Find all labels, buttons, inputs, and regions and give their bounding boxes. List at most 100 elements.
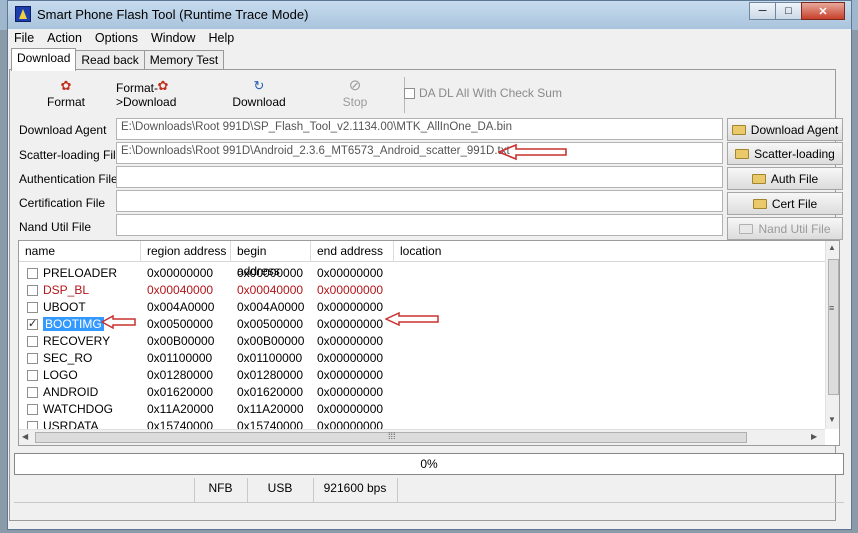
cell-name-text: DSP_BL [43,283,90,297]
cell-region-text: 0x01620000 [147,385,214,399]
nand-util-button[interactable]: Nand Util File [727,217,843,240]
cell-region-text: 0x01280000 [147,368,214,382]
checksum-label: DA DL All With Check Sum [419,86,562,100]
scatter-field[interactable]: E:\Downloads\Root 991D\Android_2.3.6_MT6… [116,142,723,164]
row-checkbox[interactable] [27,302,38,313]
cell-end-text: 0x00000000 [317,300,384,314]
cell-region-text: 0x00B00000 [147,334,215,348]
vertical-scrollbar[interactable]: ▲ ≡ ▼ [825,241,839,429]
column-header-location[interactable]: location [394,241,825,261]
row-checkbox[interactable] [27,317,38,330]
table-row[interactable]: RECOVERY 0x00B00000 0x00B00000 0x00000000 [19,333,825,350]
cert-file-label: Certification File [19,196,106,210]
folder-icon [739,223,754,234]
row-checkbox[interactable] [27,387,38,398]
column-header-begin[interactable]: begin address [231,241,311,278]
menu-help[interactable]: Help [201,30,240,48]
cell-name: SEC_RO [43,350,92,367]
tab-strip: Download Read back Memory Test [11,48,225,71]
checksum-checkbox[interactable] [404,87,415,99]
window-title: Smart Phone Flash Tool (Runtime Trace Mo… [37,7,309,22]
maximize-button[interactable]: □ [775,2,802,20]
table-row[interactable]: PRELOADER 0x00000000 0x00000000 0x00000000 [19,265,825,282]
stop-label: Stop [342,95,368,109]
cell-begin-text: 0x00040000 [237,283,304,297]
tab-download[interactable]: Download [11,48,77,71]
cell-end: 0x00000000 [317,282,383,299]
cell-end-text: 0x00000000 [317,385,384,399]
scroll-grip-icon: ≡ [829,303,835,313]
close-button[interactable]: ✕ [801,2,845,20]
format-button[interactable]: ✿ Format [44,73,88,119]
partition-list[interactable]: name region address begin address end ad… [18,240,840,446]
cell-begin: 0x004A0000 [237,299,304,316]
tab-read-back[interactable]: Read back [75,50,145,71]
scatter-label: Scatter-loading File [19,148,123,162]
cell-name-text: ANDROID [43,385,99,399]
cell-end: 0x00000000 [317,299,383,316]
table-row[interactable]: LOGO 0x01280000 0x01280000 0x00000000 [19,367,825,384]
format-download-button[interactable]: ✿ Format->Download [116,73,210,119]
row-checkbox[interactable] [27,353,38,364]
menu-action[interactable]: Action [40,30,88,48]
cell-end: 0x00000000 [317,333,383,350]
checksum-option[interactable]: DA DL All With Check Sum [402,86,562,100]
cell-begin: 0x01100000 [237,350,302,367]
download-agent-button-label: Download Agent [750,122,839,137]
column-header-end[interactable]: end address [311,241,394,261]
column-header-name[interactable]: name [19,241,141,261]
menu-file[interactable]: File [7,30,40,48]
download-agent-field[interactable]: E:\Downloads\Root 991D\SP_Flash_Tool_v2.… [116,118,723,140]
cell-region-text: 0x00500000 [147,317,214,331]
horizontal-scrollbar[interactable]: ◀ ⁞⁞⁞ ▶ [19,429,825,445]
row-checkbox[interactable] [27,404,38,415]
download-button[interactable]: ↻ Download [232,73,286,119]
table-row[interactable]: WATCHDOG 0x11A20000 0x11A20000 0x00000000 [19,401,825,418]
row-checkbox[interactable] [27,370,38,381]
title-bar[interactable]: Smart Phone Flash Tool (Runtime Trace Mo… [8,1,851,29]
tab-memory-test[interactable]: Memory Test [143,50,225,71]
cell-region: 0x01100000 [147,350,212,367]
cell-region-text: 0x11A20000 [147,402,214,416]
nand-util-label: Nand Util File [19,220,92,234]
table-row[interactable]: ANDROID 0x01620000 0x01620000 0x00000000 [19,384,825,401]
auth-file-button[interactable]: Auth File [727,167,843,190]
row-checkbox[interactable] [27,285,38,296]
cell-name-text: LOGO [43,368,78,382]
cert-file-field[interactable] [116,190,723,212]
status-empty-left [14,478,195,502]
cell-begin: 0x01280000 [237,367,303,384]
format-icon: ✿ [60,78,72,93]
cell-name-text: PRELOADER [43,266,118,280]
scatter-loading-button[interactable]: Scatter-loading [727,142,843,165]
row-checkbox[interactable] [27,336,38,347]
scroll-up-icon[interactable]: ▲ [828,243,836,252]
cert-file-button[interactable]: Cert File [727,192,843,215]
vertical-scroll-thumb[interactable] [828,259,839,395]
download-agent-button[interactable]: Download Agent [727,118,843,141]
row-checkbox[interactable] [27,268,38,279]
nand-util-field[interactable] [116,214,723,236]
cell-end: 0x00000000 [317,316,383,333]
status-divider [14,502,844,503]
stop-button[interactable]: ⊘ Stop [338,73,372,119]
cell-begin-text: 0x00500000 [237,317,304,331]
scroll-down-icon[interactable]: ▼ [828,415,836,424]
scroll-right-icon[interactable]: ▶ [811,432,817,441]
auth-file-button-label: Auth File [770,171,819,186]
cell-name: ANDROID [43,384,98,401]
column-header-region[interactable]: region address [141,241,231,261]
cell-end: 0x00000000 [317,265,383,282]
cell-name: UBOOT [43,299,86,316]
cell-begin-text: 0x01620000 [237,385,304,399]
table-row[interactable]: DSP_BL 0x00040000 0x00040000 0x00000000 [19,282,825,299]
progress-bar: 0% [14,453,844,475]
table-row[interactable]: SEC_RO 0x01100000 0x01100000 0x00000000 [19,350,825,367]
auth-file-field[interactable] [116,166,723,188]
cell-begin-text: 0x11A20000 [237,402,304,416]
cell-begin: 0x01620000 [237,384,303,401]
menu-options[interactable]: Options [88,30,144,48]
scroll-left-icon[interactable]: ◀ [22,432,28,441]
menu-window[interactable]: Window [144,30,201,48]
minimize-button[interactable]: ─ [749,2,776,20]
